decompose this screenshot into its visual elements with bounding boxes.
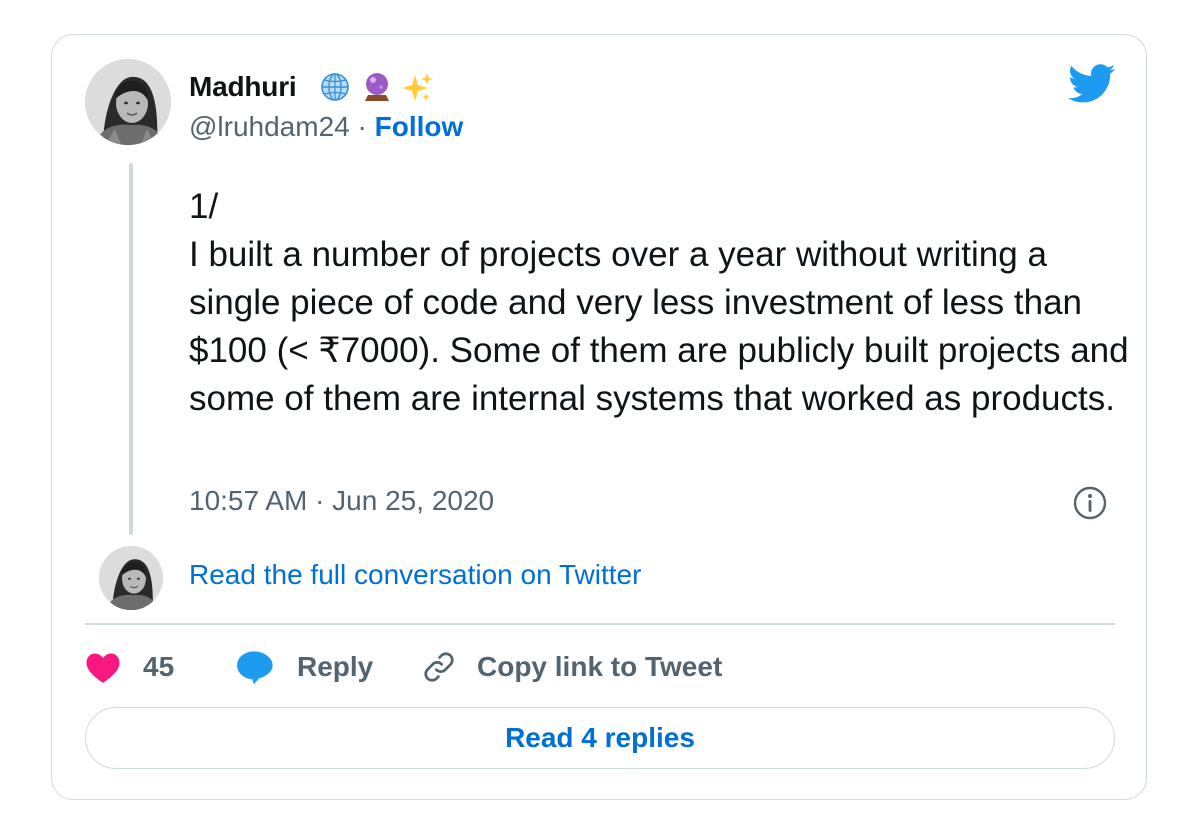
avatar-photo-icon (85, 59, 171, 145)
author-avatar[interactable] (85, 59, 171, 145)
globe-with-meridians-icon (321, 73, 349, 101)
reply-label: Reply (297, 651, 374, 682)
link-icon (424, 652, 454, 682)
author-handle-row: @lruhdam24 · Follow (189, 111, 463, 143)
tweet-text: 1/ I built a number of projects over a y… (189, 187, 1129, 418)
info-icon[interactable] (1072, 485, 1108, 521)
copy-link-button[interactable]: Copy link to Tweet (421, 643, 722, 691)
read-replies-button[interactable]: Read 4 replies (85, 707, 1115, 769)
separator-dot: · (357, 111, 367, 142)
copy-link-label: Copy link to Tweet (477, 651, 723, 682)
tweet-actions: 45 Reply Copy link to Tweet (85, 643, 1115, 691)
reply-button[interactable]: Reply (235, 643, 373, 691)
tweet-card: Madhuri @lruhdam24 · Follow 1/ I built a… (51, 34, 1147, 800)
conversation-avatar[interactable] (99, 546, 163, 610)
reply-bubble-icon (237, 651, 273, 685)
thread-connector-line (129, 163, 133, 535)
divider (85, 623, 1115, 625)
like-button[interactable]: 45 (85, 643, 174, 691)
tweet-timestamp[interactable]: 10:57 AM · Jun 25, 2020 (189, 485, 494, 517)
twitter-bird-icon[interactable] (1068, 63, 1116, 105)
sparkles-icon (402, 73, 433, 101)
crystal-ball-icon (365, 73, 389, 101)
author-handle[interactable]: @lruhdam24 (189, 111, 350, 142)
author-display-name[interactable]: Madhuri (189, 71, 297, 103)
avatar-photo-icon (99, 546, 163, 610)
follow-button[interactable]: Follow (375, 111, 464, 142)
like-count: 45 (143, 651, 175, 682)
read-full-conversation-link[interactable]: Read the full conversation on Twitter (189, 559, 641, 591)
heart-icon (86, 653, 120, 683)
